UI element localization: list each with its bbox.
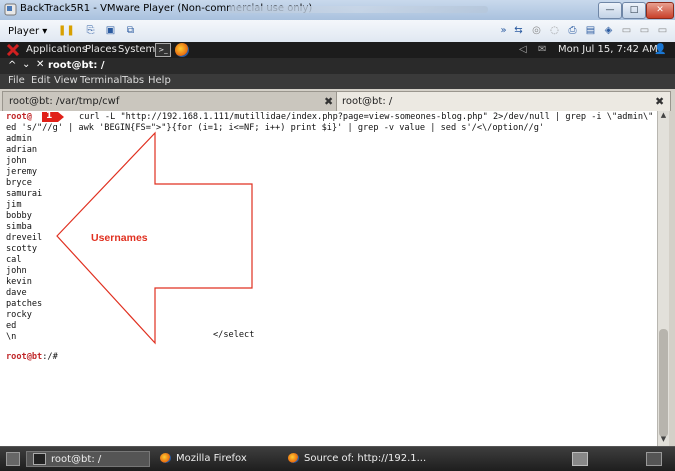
user-icon[interactable]: 👤 xyxy=(654,44,666,55)
close-icon[interactable]: ✕ xyxy=(36,59,44,70)
menu-help[interactable]: Help xyxy=(148,75,171,86)
tab-close-icon[interactable]: ✖ xyxy=(655,92,664,111)
terminal-title-bar[interactable]: ^ ⌄ ✕ root@bt: / xyxy=(0,58,675,75)
tab-label: root@bt: / xyxy=(342,96,393,107)
menu-file[interactable]: File xyxy=(8,75,25,86)
minimize-button[interactable]: — xyxy=(598,2,622,19)
terminal-launcher-icon[interactable]: >_ xyxy=(155,43,171,57)
menu-terminal[interactable]: Terminal xyxy=(80,75,122,86)
devices-icon[interactable]: ▤ xyxy=(584,25,597,37)
message-icon[interactable]: ▭ xyxy=(638,25,651,37)
blurred-title-region xyxy=(228,6,488,13)
window-edge xyxy=(669,111,675,446)
vm-settings-icon[interactable]: ▭ xyxy=(656,25,669,37)
trash-icon[interactable] xyxy=(646,452,662,466)
cd-icon[interactable]: ◎ xyxy=(530,25,543,37)
places-menu[interactable]: Places xyxy=(85,44,117,55)
applications-menu[interactable]: Applications xyxy=(26,44,87,55)
fullscreen-icon[interactable]: ⧉ xyxy=(124,25,137,37)
backtrack-logo-icon xyxy=(6,44,20,56)
firefox-launcher-icon[interactable] xyxy=(175,43,189,57)
taskbar-label: root@bt: / xyxy=(51,454,102,465)
sound-icon[interactable]: ◈ xyxy=(602,25,615,37)
vmware-toolbar: Player ▾ ❚❚ ⎘ ▣ ⧉ » ⇆ ◎ ◌ ⎙ ▤ ◈ ▭ ▭ ▭ xyxy=(0,20,675,44)
taskbar-item-firefox[interactable]: Mozilla Firefox xyxy=(160,451,280,467)
tab-label: root@bt: /var/tmp/cwf xyxy=(9,96,120,107)
terminal-output[interactable]: root@ curl -L "http://192.168.1.111/muti… xyxy=(0,111,657,446)
terminal-menu-bar: File Edit View Terminal Tabs Help xyxy=(0,74,675,89)
unity-icon[interactable]: ▣ xyxy=(104,25,117,37)
menu-edit[interactable]: Edit xyxy=(31,75,50,86)
pause-icon[interactable]: ❚❚ xyxy=(58,25,75,37)
taskbar-label: Mozilla Firefox xyxy=(176,453,247,464)
taskbar-label: Source of: http://192.1... xyxy=(304,453,427,464)
scroll-thumb[interactable] xyxy=(659,329,668,437)
display-icon[interactable]: ▭ xyxy=(620,25,633,37)
vmware-app-icon xyxy=(4,3,17,16)
volume-icon[interactable]: ◁ xyxy=(519,44,527,55)
usernames-arrow-annotation xyxy=(42,112,253,345)
minimize-icon[interactable]: ⌄ xyxy=(22,59,30,70)
printer-icon[interactable]: ⎙ xyxy=(566,25,579,37)
firefox-icon xyxy=(160,453,171,463)
more-arrows-icon[interactable]: » xyxy=(497,25,510,37)
vmware-title-bar[interactable]: BackTrack5R1 - VMware Player (Non-commer… xyxy=(0,0,675,21)
workspace-1-icon[interactable] xyxy=(572,452,588,466)
clock[interactable]: Mon Jul 15, 7:42 AM xyxy=(558,44,658,55)
menu-tabs[interactable]: Tabs xyxy=(122,75,144,86)
gnome-top-panel: Applications Places System >_ ◁ ✉ Mon Ju… xyxy=(0,42,675,58)
firefox-icon xyxy=(288,453,299,463)
hollow-left-arrow xyxy=(56,131,253,345)
mail-icon[interactable]: ✉ xyxy=(538,44,546,55)
menu-view[interactable]: View xyxy=(54,75,78,86)
taskbar-item-source[interactable]: Source of: http://192.1... xyxy=(288,451,428,467)
scroll-down-icon[interactable]: ▼ xyxy=(658,435,669,445)
show-desktop-icon[interactable] xyxy=(6,452,20,466)
terminal-tab-bar: root@bt: /var/tmp/cwf ✖ root@bt: / ✖ xyxy=(0,89,675,112)
terminal-icon xyxy=(33,453,46,465)
usernames-label: Usernames xyxy=(91,232,148,244)
maximize-button[interactable]: □ xyxy=(622,2,646,19)
player-menu[interactable]: Player ▾ xyxy=(8,26,47,37)
roll-up-icon[interactable]: ^ xyxy=(8,60,16,71)
tab-var-tmp-cwf[interactable]: root@bt: /var/tmp/cwf ✖ xyxy=(2,91,337,111)
scroll-up-icon[interactable]: ▲ xyxy=(658,111,669,121)
tab-close-icon[interactable]: ✖ xyxy=(324,92,333,111)
send-ctrl-alt-del-icon[interactable]: ⎘ xyxy=(84,25,97,37)
terminal-title: root@bt: / xyxy=(48,60,105,71)
usb-icon[interactable]: ⇆ xyxy=(512,25,525,37)
close-button[interactable]: ✕ xyxy=(646,2,674,19)
system-menu[interactable]: System xyxy=(118,44,155,55)
bottom-taskbar: root@bt: / Mozilla Firefox Source of: ht… xyxy=(0,446,675,471)
tab-root[interactable]: root@bt: / ✖ xyxy=(336,91,671,111)
network-icon[interactable]: ◌ xyxy=(548,25,561,37)
step-number: 1 xyxy=(46,111,53,121)
taskbar-item-terminal[interactable]: root@bt: / xyxy=(26,451,150,467)
